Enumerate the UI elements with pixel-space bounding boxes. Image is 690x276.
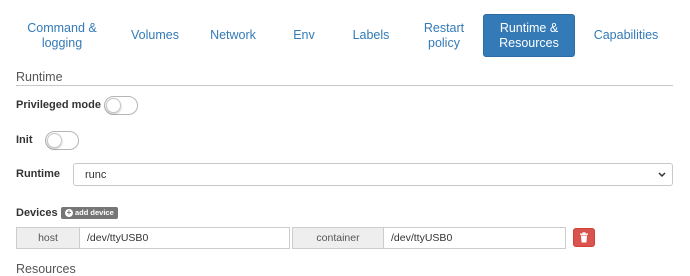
- chevron-down-icon: [658, 172, 666, 178]
- tab-restart-policy[interactable]: Restart policy: [412, 14, 476, 57]
- devices-label: Devices: [16, 207, 58, 219]
- privileged-mode-toggle[interactable]: [104, 96, 138, 115]
- remove-device-button[interactable]: [573, 228, 595, 247]
- runtime-label: Runtime: [16, 168, 60, 180]
- section-divider: [16, 85, 673, 86]
- plus-circle-icon: +: [65, 208, 73, 217]
- tab-bar: Command & logging Volumes Network Env Lab…: [16, 14, 676, 58]
- tab-env[interactable]: Env: [284, 14, 324, 57]
- tab-runtime-resources[interactable]: Runtime & Resources: [483, 14, 575, 57]
- resources-section-title: Resources: [16, 262, 76, 276]
- tab-labels[interactable]: Labels: [346, 14, 396, 57]
- toggle-knob: [47, 133, 62, 148]
- init-toggle[interactable]: [45, 131, 79, 150]
- trash-icon: [580, 232, 588, 243]
- tab-network[interactable]: Network: [200, 14, 266, 57]
- toggle-knob: [106, 98, 121, 113]
- init-label: Init: [16, 134, 33, 146]
- container-path-input[interactable]: /dev/ttyUSB0: [383, 227, 566, 249]
- privileged-mode-label: Privileged mode: [16, 99, 101, 111]
- runtime-select-value: runc: [85, 168, 107, 181]
- tab-command-logging[interactable]: Command & logging: [16, 14, 108, 57]
- add-device-button[interactable]: + add device: [61, 207, 118, 219]
- tab-capabilities[interactable]: Capabilities: [584, 14, 668, 57]
- runtime-select[interactable]: runc: [73, 163, 673, 186]
- add-device-label: add device: [75, 208, 114, 217]
- host-addon: host: [16, 227, 80, 249]
- container-addon: container: [292, 227, 384, 249]
- host-path-input[interactable]: /dev/ttyUSB0: [79, 227, 290, 249]
- runtime-section-title: Runtime: [16, 70, 63, 84]
- tab-volumes[interactable]: Volumes: [112, 14, 198, 57]
